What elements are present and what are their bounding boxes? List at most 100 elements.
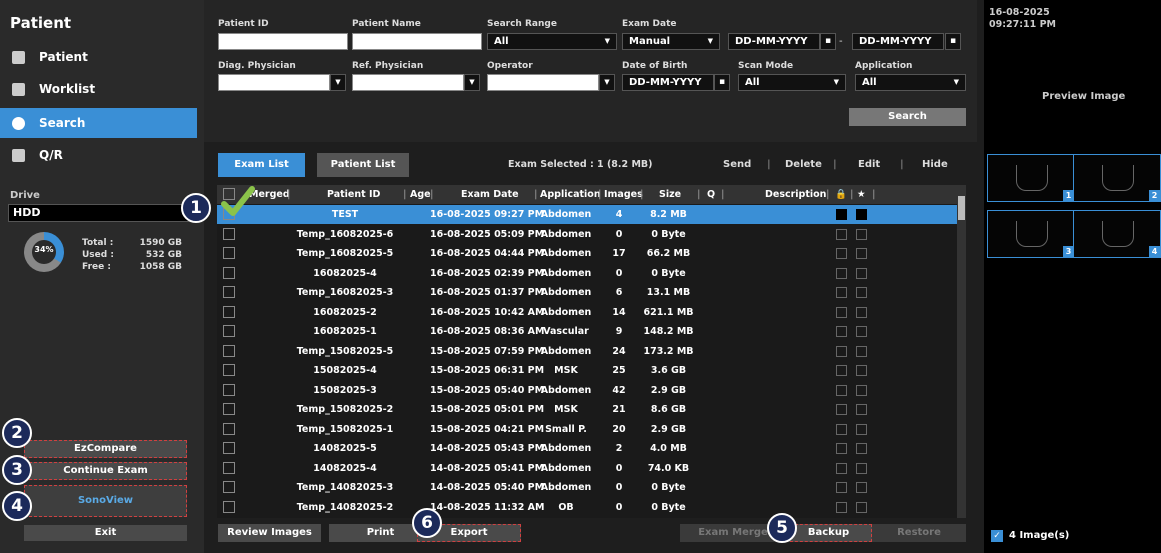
star-toggle[interactable] [856, 423, 867, 435]
search-range-select[interactable]: All ▼ [487, 33, 617, 50]
patient-id-input[interactable] [218, 33, 348, 50]
star-toggle[interactable] [856, 365, 867, 376]
lock-toggle[interactable] [836, 326, 847, 337]
ezcompare-button[interactable]: EzCompare [24, 440, 187, 458]
calendar-icon[interactable]: ▪ [714, 74, 730, 91]
restore-button[interactable]: Restore [872, 524, 966, 542]
drive-select[interactable]: HDD [8, 204, 196, 222]
calendar-icon[interactable]: ▪ [945, 33, 961, 50]
header-exam-date[interactable]: Exam Date [461, 185, 519, 204]
header-q[interactable]: Q [707, 185, 715, 204]
lock-toggle[interactable] [836, 384, 847, 396]
chevron-down-icon[interactable]: ▼ [599, 74, 615, 91]
review-images-button[interactable]: Review Images [218, 524, 321, 542]
row-checkbox[interactable] [223, 461, 235, 474]
hide-button[interactable]: Hide [922, 159, 948, 170]
calendar-icon[interactable]: ▪ [820, 33, 836, 50]
row-checkbox[interactable] [223, 305, 235, 318]
thumbnail-4[interactable]: 4 [1073, 210, 1161, 258]
search-button[interactable]: Search [849, 108, 966, 126]
tab-patient-list[interactable]: Patient List [317, 153, 409, 177]
table-row[interactable]: Temp_16082025-5 16-08-2025 04:44 PM Abdome… [217, 244, 957, 263]
table-row[interactable]: 15082025-3 15-08-2025 05:40 PM Abdomen 42 2.… [217, 381, 957, 400]
star-toggle[interactable] [856, 306, 867, 318]
nav-item-patient[interactable]: Patient [0, 42, 197, 72]
scan-mode-select[interactable]: All ▼ [738, 74, 846, 91]
lock-toggle[interactable] [836, 462, 847, 474]
row-checkbox[interactable] [223, 266, 235, 279]
thumbnail-1[interactable]: 1 [987, 154, 1075, 202]
lock-toggle[interactable] [836, 423, 847, 435]
table-row[interactable]: Temp_15082025-2 15-08-2025 05:01 PM MSK 21 8… [217, 400, 957, 419]
exam-date-from-input[interactable]: DD-MM-YYYY [728, 33, 820, 50]
lock-toggle[interactable] [836, 267, 847, 279]
delete-button[interactable]: Delete [785, 159, 822, 170]
lock-toggle[interactable] [836, 404, 847, 415]
star-toggle[interactable] [856, 462, 867, 474]
diag-physician-input[interactable] [218, 74, 330, 91]
nav-item-search[interactable]: Search [0, 108, 197, 138]
star-toggle[interactable] [856, 384, 867, 396]
application-select[interactable]: All ▼ [855, 74, 966, 91]
row-checkbox[interactable] [223, 403, 235, 415]
star-toggle[interactable] [856, 209, 867, 220]
backup-button[interactable]: Backup [785, 524, 872, 542]
row-checkbox[interactable] [223, 383, 235, 396]
row-checkbox[interactable] [223, 344, 235, 357]
ref-physician-input[interactable] [352, 74, 464, 91]
lock-toggle[interactable] [836, 345, 847, 357]
lock-toggle[interactable] [836, 501, 847, 513]
row-checkbox[interactable] [223, 227, 235, 240]
star-toggle[interactable] [856, 287, 867, 298]
row-checkbox[interactable] [223, 442, 235, 454]
edit-button[interactable]: Edit [858, 159, 880, 170]
nav-item-worklist[interactable]: Worklist [0, 74, 197, 104]
star-toggle[interactable] [856, 326, 867, 337]
row-checkbox[interactable] [223, 500, 235, 513]
nav-item-qr[interactable]: Q/R [0, 140, 197, 170]
thumbnail-3[interactable]: 3 [987, 210, 1075, 258]
lock-toggle[interactable] [836, 248, 847, 259]
sonoview-button[interactable]: SonoView [24, 485, 187, 517]
lock-toggle[interactable] [836, 443, 847, 454]
star-toggle[interactable] [856, 482, 867, 493]
operator-input[interactable] [487, 74, 599, 91]
lock-toggle[interactable] [836, 287, 847, 298]
chevron-down-icon[interactable]: ▼ [330, 74, 346, 91]
row-checkbox[interactable] [223, 286, 235, 298]
dob-input[interactable]: DD-MM-YYYY [622, 74, 714, 91]
continue-exam-button[interactable]: Continue Exam [24, 462, 187, 480]
table-row[interactable]: 14082025-4 14-08-2025 05:41 PM Abdomen 0 74.… [217, 459, 957, 478]
images-checkbox[interactable]: ✓ [991, 530, 1003, 542]
lock-toggle[interactable] [836, 482, 847, 493]
table-row[interactable]: Temp_15082025-1 15-08-2025 04:21 PM Small … [217, 420, 957, 439]
send-button[interactable]: Send [723, 159, 751, 170]
table-row[interactable]: 16082025-2 16-08-2025 10:42 AM Abdomen 14 62… [217, 303, 957, 322]
star-toggle[interactable] [856, 248, 867, 259]
star-toggle[interactable] [856, 345, 867, 357]
star-icon[interactable]: ★ [857, 185, 866, 204]
row-checkbox[interactable] [223, 481, 235, 493]
table-row[interactable]: Temp_15082025-5 15-08-2025 07:59 PM Abdome… [217, 342, 957, 361]
table-row[interactable]: TEST 16-08-2025 09:27 PM Abdomen 4 8.2 MB [217, 205, 957, 224]
table-row[interactable]: Temp_16082025-6 16-08-2025 05:09 PM Abdome… [217, 225, 957, 244]
table-scrollbar[interactable] [957, 185, 966, 518]
row-checkbox[interactable] [223, 364, 235, 376]
row-checkbox[interactable] [223, 325, 235, 337]
star-toggle[interactable] [856, 404, 867, 415]
star-toggle[interactable] [856, 228, 867, 240]
lock-toggle[interactable] [836, 228, 847, 240]
star-toggle[interactable] [856, 267, 867, 279]
lock-toggle[interactable] [836, 306, 847, 318]
patient-name-input[interactable] [352, 33, 482, 50]
header-application[interactable]: Application [540, 185, 601, 204]
scrollbar-thumb[interactable] [958, 196, 965, 220]
star-toggle[interactable] [856, 443, 867, 454]
header-patient-id[interactable]: Patient ID [327, 185, 380, 204]
lock-toggle[interactable] [836, 209, 847, 220]
thumbnail-2[interactable]: 2 [1073, 154, 1161, 202]
table-row[interactable]: Temp_14082025-2 14-08-2025 11:32 AM OB 0 0 B… [217, 498, 957, 517]
tab-exam-list[interactable]: Exam List [218, 153, 305, 177]
star-toggle[interactable] [856, 501, 867, 513]
chevron-down-icon[interactable]: ▼ [464, 74, 480, 91]
